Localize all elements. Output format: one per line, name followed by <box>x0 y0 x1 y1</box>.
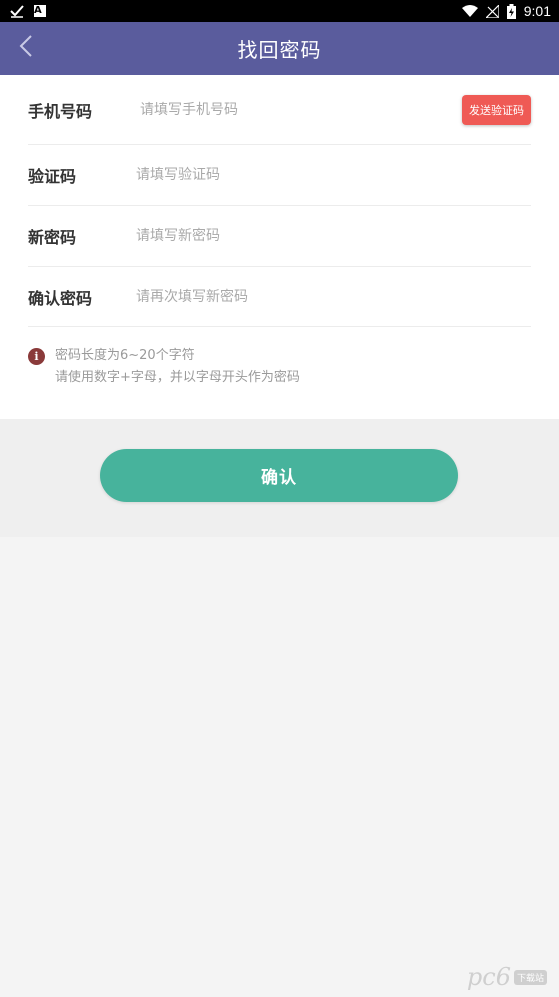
status-left: A <box>10 4 46 18</box>
new-password-label: 新密码 <box>28 228 77 247</box>
nav-bar: 找回密码 <box>0 22 559 75</box>
status-right: 9:01 <box>461 3 551 19</box>
form-card: 手机号码 发送验证码 验证码 新密码 确认密码 i 密码长度为6~20个字符 请… <box>0 75 559 419</box>
new-password-row: 新密码 <box>28 206 531 267</box>
chevron-left-icon <box>19 35 33 61</box>
confirm-area: 确认 <box>0 419 559 537</box>
new-password-input[interactable] <box>136 221 531 251</box>
watermark-text: pc6 <box>466 963 511 991</box>
confirm-password-label: 确认密码 <box>28 288 93 308</box>
send-code-button[interactable]: 发送验证码 <box>462 94 531 125</box>
confirm-password-input[interactable] <box>136 281 531 312</box>
phone-input[interactable] <box>140 94 462 125</box>
back-button[interactable] <box>10 32 42 64</box>
phone-row: 手机号码 发送验证码 <box>28 75 531 145</box>
hint-line-length: 密码长度为6~20个字符 <box>55 348 195 363</box>
code-input[interactable] <box>136 160 531 190</box>
watermark-logo: pc6 下载站 <box>467 963 547 991</box>
info-icon: i <box>28 348 45 365</box>
battery-charging-icon <box>506 3 516 19</box>
confirm-password-row: 确认密码 <box>28 267 531 327</box>
code-label: 验证码 <box>28 167 77 186</box>
hint-lines: 密码长度为6~20个字符 请使用数字+字母，并以字母开头作为密码 <box>55 345 300 389</box>
hint-line-format: 请使用数字+字母，并以字母开头作为密码 <box>55 370 300 385</box>
check-download-icon <box>10 4 24 18</box>
wifi-icon <box>461 4 478 18</box>
status-time: 9:01 <box>523 3 551 19</box>
status-bar: A 9:01 <box>0 0 559 22</box>
confirm-button[interactable]: 确认 <box>100 449 458 502</box>
password-hint: i 密码长度为6~20个字符 请使用数字+字母，并以字母开头作为密码 <box>28 345 531 389</box>
no-signal-icon <box>485 4 499 18</box>
code-row: 验证码 <box>28 145 531 206</box>
page-title: 找回密码 <box>237 38 322 62</box>
phone-label: 手机号码 <box>28 101 93 121</box>
watermark-tag: 下载站 <box>513 969 547 985</box>
a-notification-icon: A <box>34 5 46 17</box>
